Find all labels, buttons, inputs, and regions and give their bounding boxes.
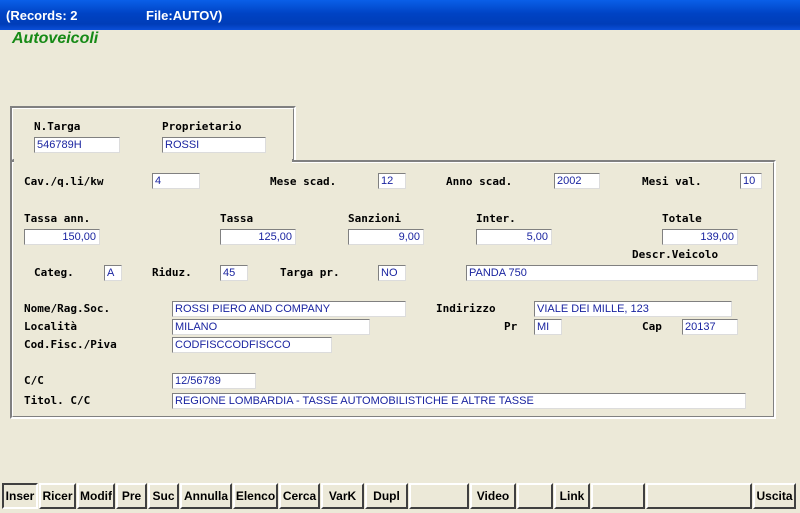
- indirizzo-field[interactable]: VIALE DEI MILLE, 123: [534, 301, 732, 317]
- tassa-ann-field[interactable]: 150,00: [24, 229, 100, 245]
- pr-field[interactable]: MI: [534, 319, 562, 335]
- sanzioni-label: Sanzioni: [348, 212, 401, 225]
- cc-field[interactable]: 12/56789: [172, 373, 256, 389]
- totale-field[interactable]: 139,00: [662, 229, 738, 245]
- cerca-button[interactable]: Cerca: [279, 483, 320, 509]
- records-count: (Records: 2: [6, 8, 78, 23]
- video-button[interactable]: Video: [470, 483, 516, 509]
- cap-label: Cap: [642, 320, 662, 333]
- owner-group-box: [10, 106, 296, 162]
- empty-button-1: [409, 483, 469, 509]
- vark-button[interactable]: VarK: [321, 483, 364, 509]
- anno-scad-label: Anno scad.: [446, 175, 513, 188]
- anno-scad-field[interactable]: 2002: [554, 173, 600, 189]
- targa-pr-label: Targa pr.: [280, 266, 340, 279]
- link-button[interactable]: Link: [554, 483, 590, 509]
- tassa-field[interactable]: 125,00: [220, 229, 296, 245]
- mesi-val-field[interactable]: 10: [740, 173, 762, 189]
- uscita-button[interactable]: Uscita: [753, 483, 796, 509]
- mese-scad-label: Mese scad.: [270, 175, 337, 188]
- proprietario-label: Proprietario: [162, 120, 242, 133]
- group-box-seam: [14, 158, 292, 164]
- form-title: Autoveicoli: [12, 30, 99, 47]
- localita-field[interactable]: MILANO: [172, 319, 370, 335]
- titol-cc-label: Titol. C/C: [24, 394, 91, 407]
- nome-label: Nome/Rag.Soc.: [24, 302, 111, 315]
- pre-button[interactable]: Pre: [116, 483, 147, 509]
- descr-veicolo-field[interactable]: PANDA 750: [466, 265, 758, 281]
- suc-button[interactable]: Suc: [148, 483, 179, 509]
- empty-button-3: [591, 483, 645, 509]
- pr-label: Pr: [504, 320, 518, 333]
- empty-button-2: [517, 483, 553, 509]
- targa-field[interactable]: 546789H: [34, 137, 120, 153]
- localita-label: Località: [24, 320, 77, 333]
- categ-field[interactable]: A: [104, 265, 122, 281]
- indirizzo-label: Indirizzo: [436, 302, 496, 315]
- modif-button[interactable]: Modif: [77, 483, 115, 509]
- proprietario-field[interactable]: ROSSI: [162, 137, 266, 153]
- targa-pr-field[interactable]: NO: [378, 265, 406, 281]
- elenco-button[interactable]: Elenco: [233, 483, 278, 509]
- cc-label: C/C: [24, 374, 44, 387]
- inser-button[interactable]: Inser: [2, 483, 38, 509]
- tassa-label: Tassa: [220, 212, 254, 225]
- cap-field[interactable]: 20137: [682, 319, 738, 335]
- nome-field[interactable]: ROSSI PIERO AND COMPANY: [172, 301, 406, 317]
- codfisc-label: Cod.Fisc./Piva: [24, 338, 117, 351]
- dupl-button[interactable]: Dupl: [365, 483, 408, 509]
- title-bar: (Records: 2 File:AUTOV): [0, 0, 800, 30]
- totale-label: Totale: [662, 212, 702, 225]
- sanzioni-field[interactable]: 9,00: [348, 229, 424, 245]
- titol-cc-field[interactable]: REGIONE LOMBARDIA - TASSE AUTOMOBILISTIC…: [172, 393, 746, 409]
- empty-button-4: [646, 483, 752, 509]
- ricer-button[interactable]: Ricer: [39, 483, 76, 509]
- riduz-label: Riduz.: [152, 266, 192, 279]
- details-group-box: [10, 160, 776, 419]
- riduz-field[interactable]: 45: [220, 265, 248, 281]
- annulla-button[interactable]: Annulla: [180, 483, 232, 509]
- codfisc-field[interactable]: CODFISCCODFISCCO: [172, 337, 332, 353]
- cav-label: Cav./q.li/kw: [24, 175, 104, 188]
- mesi-val-label: Mesi val.: [642, 175, 702, 188]
- cav-field[interactable]: 4: [152, 173, 200, 189]
- inter-field[interactable]: 5,00: [476, 229, 552, 245]
- inter-label: Inter.: [476, 212, 516, 225]
- categ-label: Categ.: [34, 266, 74, 279]
- mese-scad-field[interactable]: 12: [378, 173, 406, 189]
- descr-veicolo-label: Descr.Veicolo: [632, 248, 719, 261]
- file-name: File:AUTOV): [146, 8, 223, 23]
- tassa-ann-label: Tassa ann.: [24, 212, 91, 225]
- targa-label: N.Targa: [34, 120, 81, 133]
